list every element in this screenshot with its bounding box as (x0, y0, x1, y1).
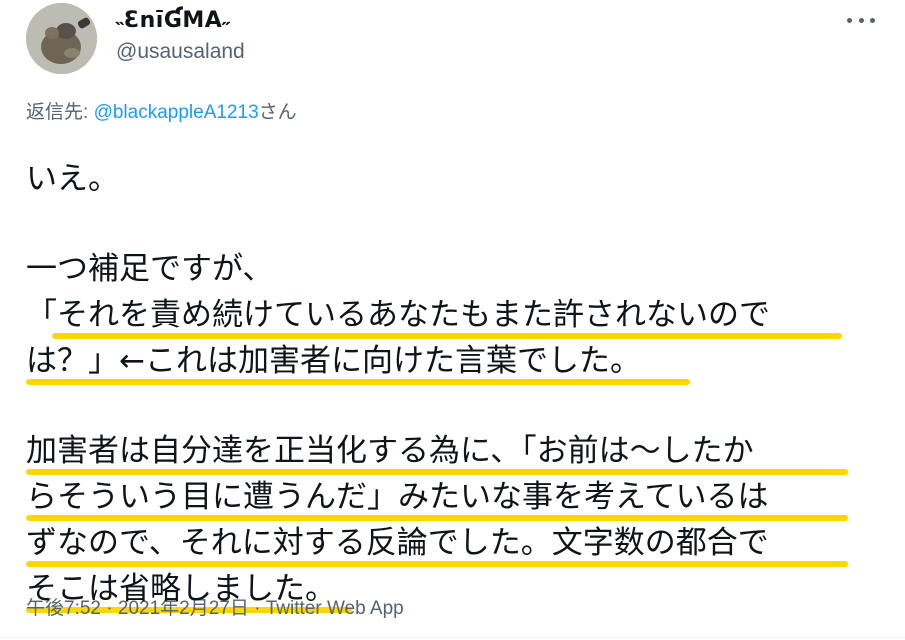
user-handle[interactable]: @usausaland (116, 38, 245, 66)
tweet-line-highlighted: は？」←これは加害者に向けた言葉でした。 (26, 338, 886, 385)
reply-prefix: 返信先: (26, 102, 94, 123)
highlight-underline (26, 379, 690, 385)
reply-suffix: さん (258, 102, 297, 123)
reply-to-line: 返信先: @blackappleA1213さん (26, 100, 297, 126)
tweet-line: 一つ補足ですが、 (26, 251, 274, 287)
tweet-line-highlighted: そこは省略しました。 (26, 566, 886, 613)
divider (0, 637, 905, 638)
tweet-line-highlighted: 「それを責め続けているあなたもまた許されないので (26, 292, 886, 339)
more-options-icon[interactable] (847, 13, 875, 27)
display-name[interactable]: ˵ƐnīƓMA˶ (116, 6, 245, 36)
avatar-image-icon (26, 3, 97, 74)
avatar[interactable] (26, 3, 97, 74)
tweet: ˵ƐnīƓMA˶ @usausaland 返信先: @blackappleA12… (0, 0, 905, 640)
tweet-line-highlighted: ずなので、それに対する反論でした。文字数の都合で (26, 520, 886, 567)
tweet-line-highlighted: らそういう目に遭うんだ」みたいな事を考えているは (26, 474, 886, 521)
author-names: ˵ƐnīƓMA˶ @usausaland (116, 6, 245, 66)
tweet-line: いえ。 (26, 161, 119, 197)
tweet-text: いえ。 一つ補足ですが、 「それを責め続けているあなたもまた許されないので は？… (26, 156, 886, 613)
reply-mention-link[interactable]: @blackappleA1213 (94, 102, 259, 123)
tweet-line-highlighted: 加害者は自分達を正当化する為に、「お前は〜したか (26, 428, 886, 475)
